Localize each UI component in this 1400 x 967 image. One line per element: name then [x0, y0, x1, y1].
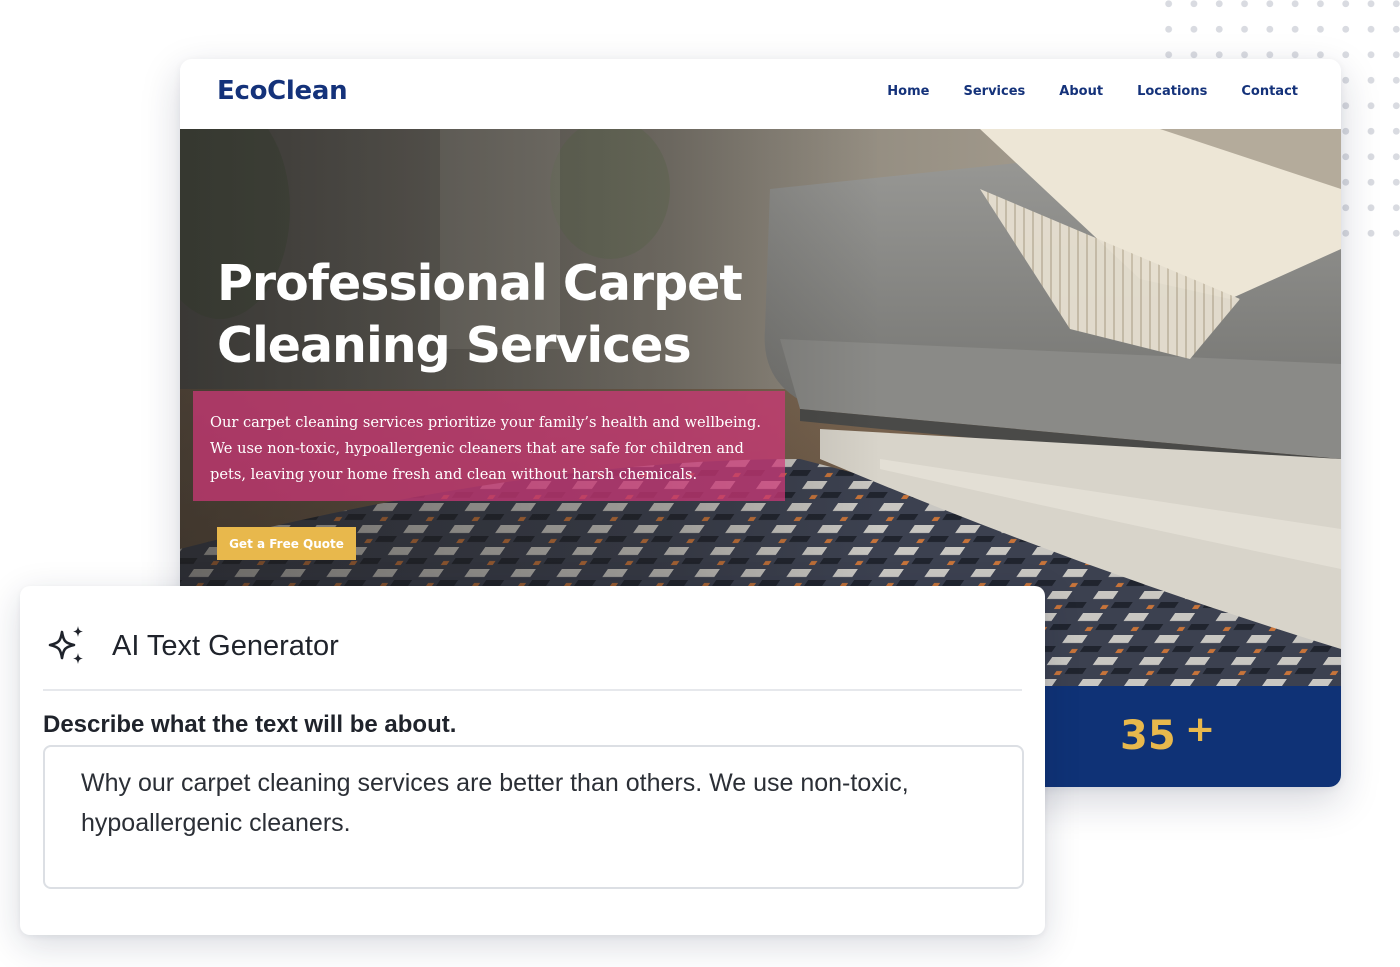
prompt-textarea[interactable]: Why our carpet cleaning services are bet… [43, 745, 1024, 889]
nav-services-link[interactable]: Services [963, 84, 1025, 99]
nav-locations-link[interactable]: Locations [1137, 84, 1207, 99]
ai-text-generator-panel: AI Text Generator Describe what the text… [20, 586, 1045, 935]
stat-plus: + [1185, 709, 1216, 750]
site-nav: Home Services About Locations Contact [887, 84, 1298, 99]
hero-title: Professional Carpet Cleaning Services [217, 255, 743, 374]
ai-panel-divider [43, 689, 1022, 691]
nav-home-link[interactable]: Home [887, 84, 929, 99]
hero-description: Our carpet cleaning services prioritize … [193, 391, 785, 501]
stat-number: 35 [1120, 713, 1176, 759]
ai-panel-title: AI Text Generator [112, 630, 339, 662]
site-navbar: EcoClean Home Services About Locations C… [180, 59, 1341, 129]
site-logo[interactable]: EcoClean [217, 76, 348, 106]
get-quote-button[interactable]: Get a Free Quote [217, 527, 356, 560]
nav-contact-link[interactable]: Contact [1241, 84, 1298, 99]
nav-about-link[interactable]: About [1059, 84, 1103, 99]
prompt-label: Describe what the text will be about. [43, 711, 457, 738]
sparkles-icon [44, 626, 88, 675]
